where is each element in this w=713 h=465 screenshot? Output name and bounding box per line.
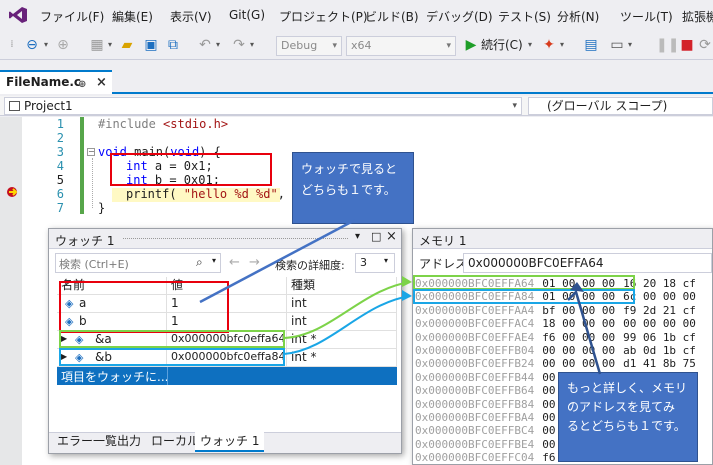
arrowhead-memory xyxy=(570,282,584,292)
arrow-watch-callout xyxy=(199,218,356,304)
arrow-cyan-link xyxy=(283,295,411,355)
arrowhead-cyan xyxy=(402,290,412,301)
arrowhead-green xyxy=(402,276,412,287)
arrow-memory-callout xyxy=(567,289,602,375)
arrow-green-link xyxy=(283,281,411,339)
annotation-arrows xyxy=(199,218,602,375)
